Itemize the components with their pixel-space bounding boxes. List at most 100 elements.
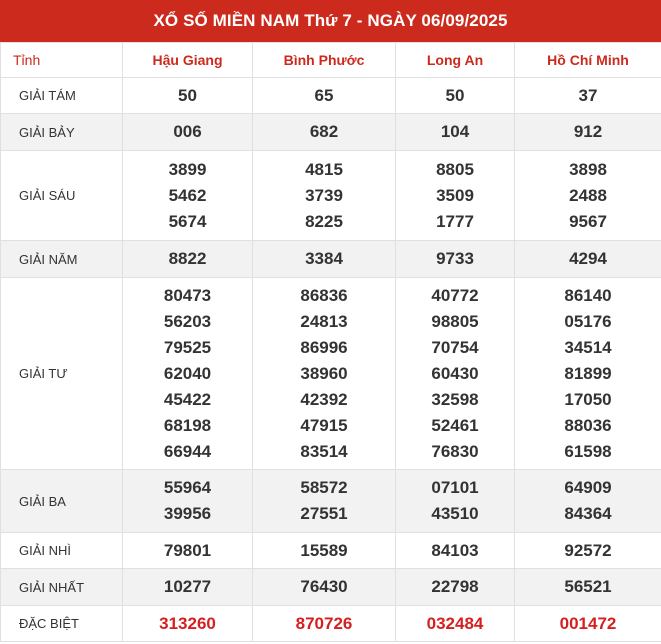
lottery-number: 70754 xyxy=(431,337,479,357)
prize-label: GIẢI NHÌ xyxy=(0,532,123,569)
lottery-number: 79801 xyxy=(163,540,212,560)
prize-cell: 682 xyxy=(252,113,396,151)
prize-cell: 37 xyxy=(514,77,661,114)
prize-row-giai-bay: GIẢI BẢY 006 682 104 912 xyxy=(0,113,661,151)
lottery-number: 3899 xyxy=(168,159,207,179)
lottery-number: 76830 xyxy=(431,441,479,461)
prize-cell: 3384 xyxy=(252,240,396,278)
lottery-number: 81899 xyxy=(564,363,612,383)
lottery-number: 47915 xyxy=(300,415,348,435)
lottery-number: 4294 xyxy=(569,249,607,268)
prize-cell: 006 xyxy=(122,113,253,151)
lottery-number: 17050 xyxy=(564,389,612,409)
province-binh-phuoc[interactable]: Bình Phước xyxy=(252,42,396,78)
prize-cell: 104 xyxy=(395,113,515,151)
lottery-number: 64909 xyxy=(564,478,612,497)
results-page: XỔ SỐ MIỀN NAM Thứ 7 - NGÀY 06/09/2025 T… xyxy=(0,0,661,644)
header-row: Tỉnh Hậu Giang Bình Phước Long An Hồ Chí… xyxy=(0,42,661,78)
lottery-number: 52461 xyxy=(431,415,479,435)
prize-cell: 79801 xyxy=(122,532,253,569)
prize-row-giai-tam: GIẢI TÁM 50 65 50 37 xyxy=(0,77,661,114)
lottery-number: 5462 xyxy=(168,185,207,205)
lottery-number: 50 xyxy=(178,85,197,105)
prize-cell: 86140 05176 34514 81899 17050 88036 61598 xyxy=(514,277,661,470)
lottery-number: 24813 xyxy=(300,311,348,331)
lottery-number: 682 xyxy=(309,122,339,141)
prize-cell: 10277 xyxy=(122,568,253,606)
prize-label: GIẢI SÁU xyxy=(0,150,123,241)
lottery-number: 84364 xyxy=(564,504,612,523)
prize-row-giai-nhi: GIẢI NHÌ 79801 15589 84103 92572 xyxy=(0,532,661,569)
prize-cell: 4815 3739 8225 xyxy=(252,150,396,241)
prize-cell: 001472 xyxy=(514,605,661,642)
lottery-number: 38960 xyxy=(300,363,348,383)
lottery-number: 42392 xyxy=(300,389,348,409)
prize-cell: 64909 84364 xyxy=(514,469,661,533)
lottery-number: 86836 xyxy=(300,285,348,305)
lottery-number: 3739 xyxy=(305,185,343,205)
prize-cell: 870726 xyxy=(252,605,396,642)
prize-cell: 58572 27551 xyxy=(252,469,396,533)
lottery-number: 65 xyxy=(314,85,334,105)
province-hau-giang[interactable]: Hậu Giang xyxy=(122,42,253,78)
lottery-number: 07101 xyxy=(431,478,479,497)
prize-row-giai-tu: GIẢI TƯ 80473 56203 79525 62040 45422 68198 669… xyxy=(0,277,661,470)
lottery-number: 006 xyxy=(173,122,202,141)
lottery-number: 22798 xyxy=(431,577,479,596)
prize-cell: 86836 24813 86996 38960 42392 47915 83514 xyxy=(252,277,396,470)
prize-label: GIẢI BẢY xyxy=(0,113,123,151)
lottery-number: 86140 xyxy=(564,285,612,305)
lottery-number: 79525 xyxy=(163,337,212,357)
lottery-number: 88036 xyxy=(564,415,612,435)
results-table: Tỉnh Hậu Giang Bình Phước Long An Hồ Chí… xyxy=(0,42,661,642)
province-ho-chi-minh[interactable]: Hồ Chí Minh xyxy=(514,42,661,78)
lottery-number: 912 xyxy=(573,122,603,141)
lottery-number: 56521 xyxy=(564,577,612,596)
prize-row-dac-biet: ĐẶC BIỆT 313260 870726 032484 001472 xyxy=(0,605,661,642)
page-title: XỔ SỐ MIỀN NAM Thứ 7 - NGÀY 06/09/2025 xyxy=(0,0,661,42)
lottery-number: 870726 xyxy=(295,613,353,633)
lottery-number: 61598 xyxy=(564,441,612,461)
lottery-number: 3509 xyxy=(436,185,474,205)
lottery-number: 032484 xyxy=(426,613,484,633)
prize-cell: 65 xyxy=(252,77,396,114)
lottery-number: 104 xyxy=(440,122,470,141)
prize-row-giai-ba: GIẢI BA 55964 39956 58572 27551 07101 43510 649… xyxy=(0,469,661,533)
prize-cell: 15589 xyxy=(252,532,396,569)
province-long-an[interactable]: Long An xyxy=(395,42,515,78)
prize-cell: 4294 xyxy=(514,240,661,278)
lottery-number: 68198 xyxy=(163,415,212,435)
lottery-number: 98805 xyxy=(431,311,479,331)
lottery-number: 83514 xyxy=(300,441,348,461)
lottery-number: 001472 xyxy=(559,613,617,633)
prize-cell: 76430 xyxy=(252,568,396,606)
lottery-number: 50 xyxy=(445,85,465,105)
prize-cell: 9733 xyxy=(395,240,515,278)
prize-cell: 56521 xyxy=(514,568,661,606)
prize-cell: 84103 xyxy=(395,532,515,569)
prize-label: GIẢI TƯ xyxy=(0,277,123,470)
prize-cell: 80473 56203 79525 62040 45422 68198 66944 xyxy=(122,277,253,470)
lottery-number: 32598 xyxy=(431,389,479,409)
prize-cell: 8805 3509 1777 xyxy=(395,150,515,241)
lottery-number: 1777 xyxy=(436,211,474,231)
prize-cell: 3899 5462 5674 xyxy=(122,150,253,241)
prize-cell: 032484 xyxy=(395,605,515,642)
prize-cell: 3898 2488 9567 xyxy=(514,150,661,241)
prize-row-giai-sau: GIẢI SÁU 3899 5462 5674 4815 3739 8225 8805 3509… xyxy=(0,150,661,241)
prize-cell: 912 xyxy=(514,113,661,151)
prize-label: GIẢI BA xyxy=(0,469,123,533)
lottery-number: 8225 xyxy=(305,211,343,231)
lottery-number: 2488 xyxy=(569,185,607,205)
lottery-number: 92572 xyxy=(564,540,612,560)
lottery-number: 56203 xyxy=(163,311,212,331)
lottery-number: 3898 xyxy=(569,159,607,179)
prize-row-giai-nam: GIẢI NĂM 8822 3384 9733 4294 xyxy=(0,240,661,278)
prize-cell: 92572 xyxy=(514,532,661,569)
lottery-number: 8822 xyxy=(168,249,207,268)
lottery-number: 43510 xyxy=(431,504,479,523)
lottery-number: 5674 xyxy=(168,211,207,231)
prize-cell: 50 xyxy=(395,77,515,114)
lottery-number: 37 xyxy=(578,85,598,105)
lottery-number: 76430 xyxy=(300,577,348,596)
